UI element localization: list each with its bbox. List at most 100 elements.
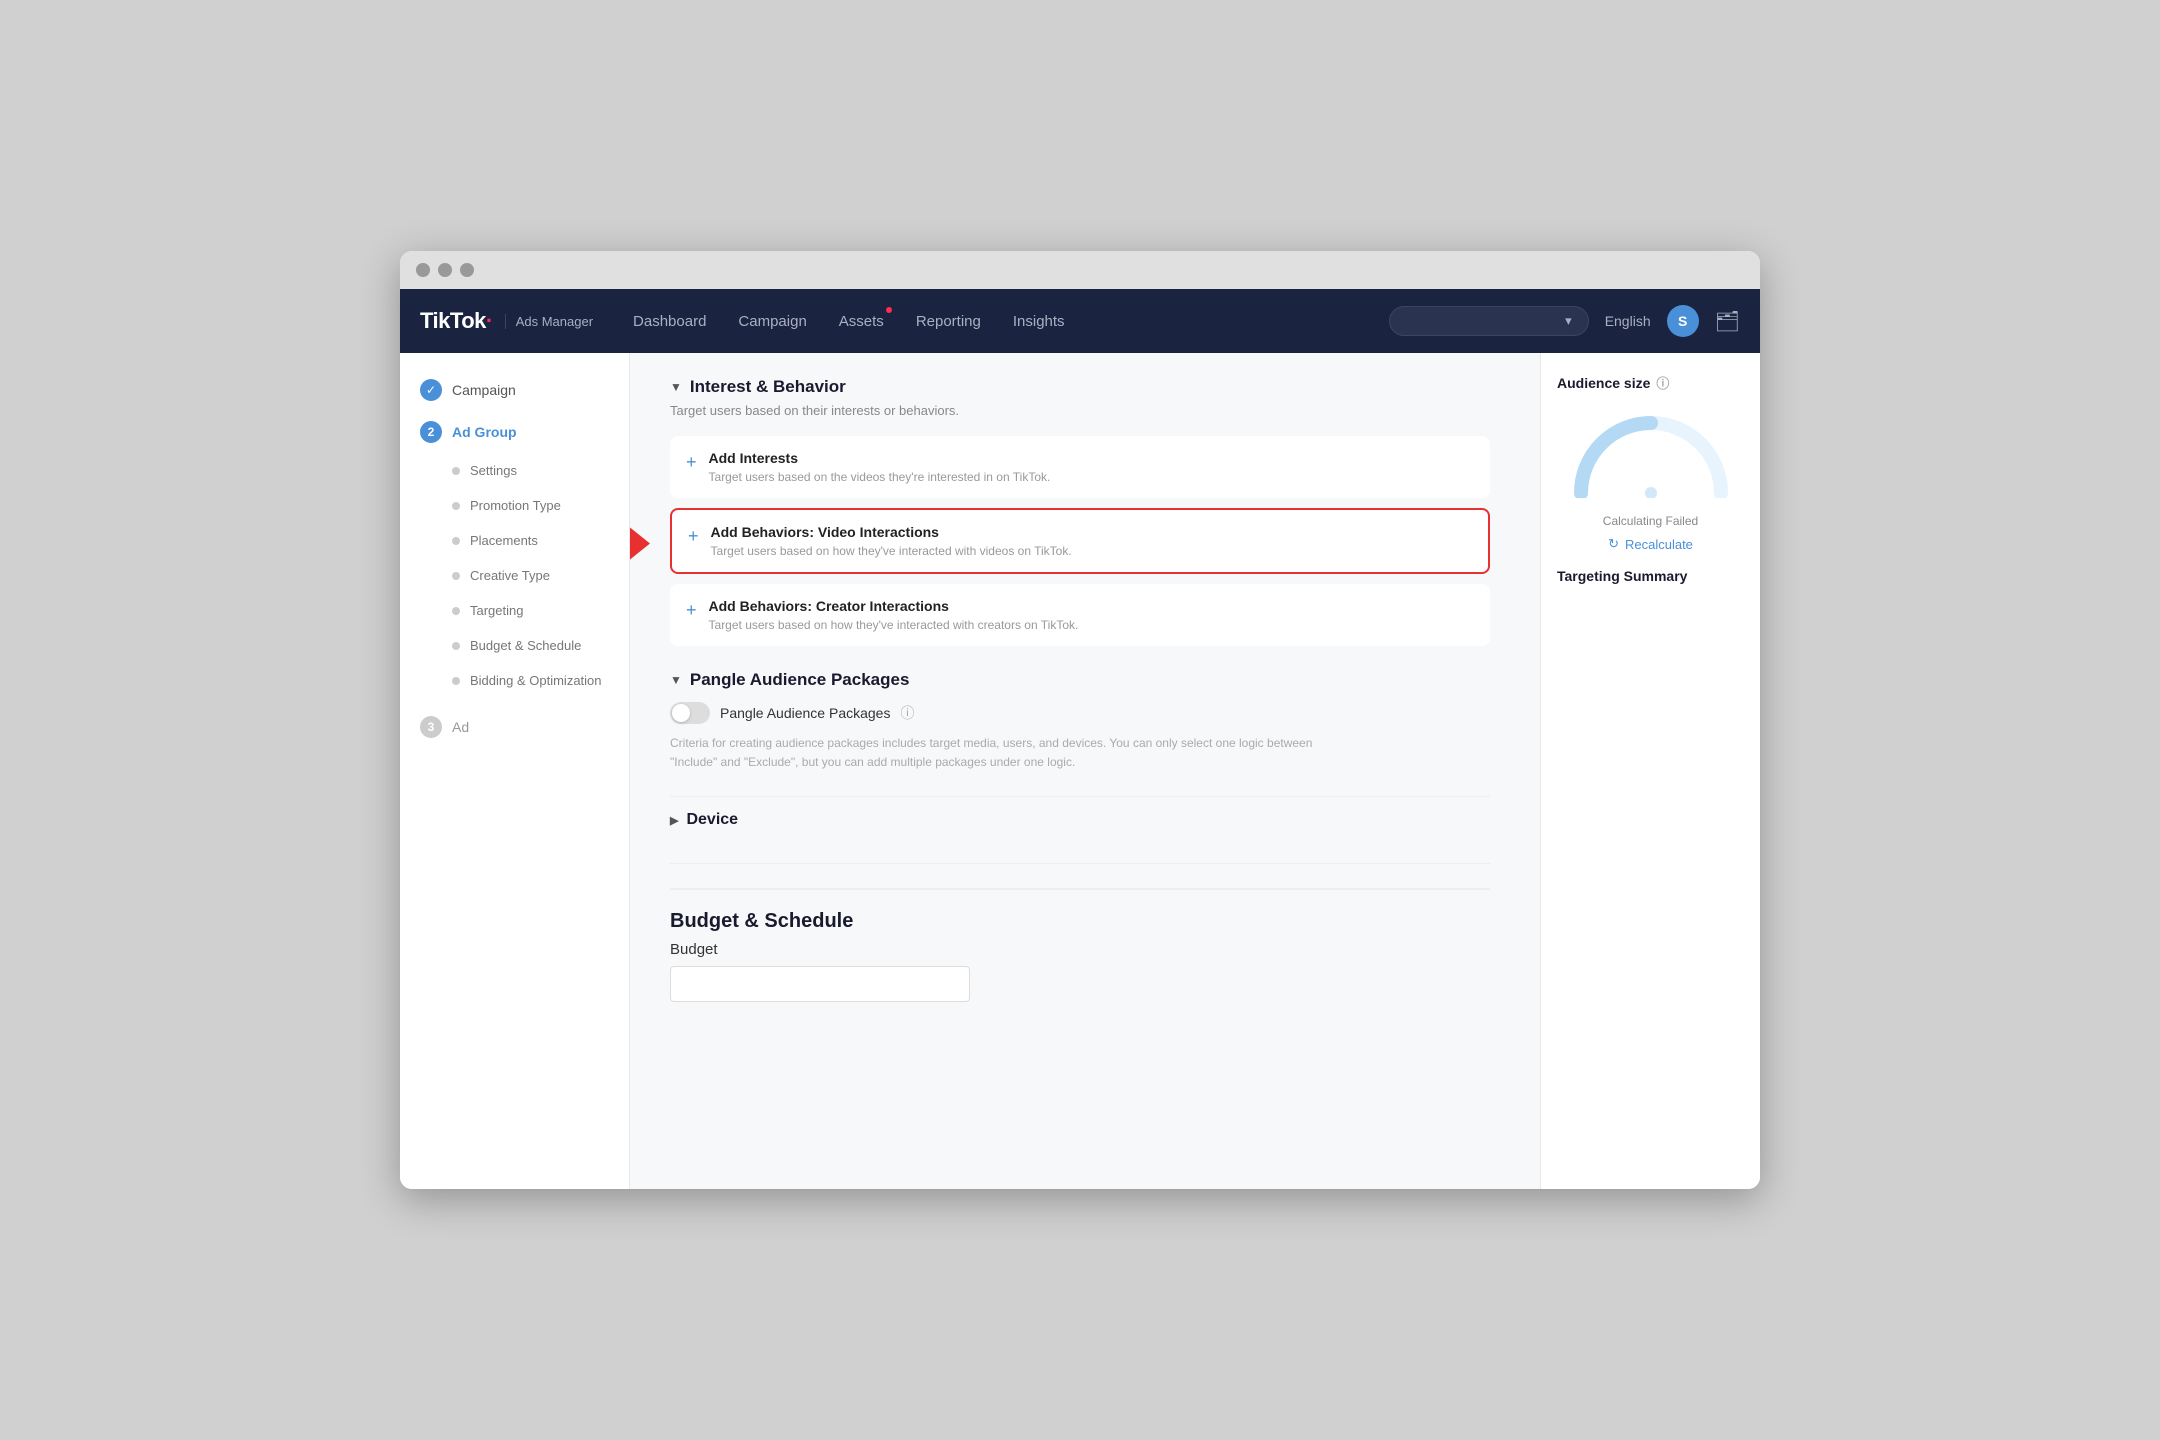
device-chevron-icon: ▶	[670, 814, 678, 827]
sidebar-ad-label: Ad	[452, 719, 469, 735]
sidebar-item-settings[interactable]: Settings	[400, 453, 629, 488]
pangle-toggle[interactable]	[670, 702, 710, 724]
sidebar-item-creative-type[interactable]: Creative Type	[400, 558, 629, 593]
add-interests-title: Add Interests	[709, 450, 1051, 466]
browser-window: TikTok· Ads Manager Dashboard Campaign A…	[400, 251, 1760, 1189]
nav-link-dashboard[interactable]: Dashboard	[633, 293, 706, 350]
sidebar-item-budget-schedule[interactable]: Budget & Schedule	[400, 628, 629, 663]
sidebar-campaign-label: Campaign	[452, 382, 516, 398]
add-interests-desc: Target users based on the videos they're…	[709, 470, 1051, 484]
add-behaviors-video-title: Add Behaviors: Video Interactions	[711, 524, 1072, 540]
targeting-summary-title: Targeting Summary	[1557, 568, 1744, 584]
gauge-container	[1557, 408, 1744, 498]
logo-dot: ·	[486, 308, 493, 333]
content-area: ▼ Interest & Behavior Target users based…	[630, 353, 1540, 1189]
traffic-light-yellow	[438, 263, 452, 277]
nav-link-assets[interactable]: Assets	[839, 293, 884, 350]
sidebar-item-adgroup[interactable]: 2 Ad Group	[400, 411, 629, 453]
audience-size-header: Audience size ⓘ	[1557, 373, 1744, 392]
add-behaviors-video-content: Add Behaviors: Video Interactions Target…	[711, 524, 1072, 558]
red-arrow-indicator	[630, 524, 650, 569]
audience-size-info-icon: ⓘ	[1656, 373, 1669, 392]
sidebar-item-promotion-type[interactable]: Promotion Type	[400, 488, 629, 523]
add-behaviors-creator-plus-icon: +	[686, 600, 697, 621]
add-behaviors-creator-row[interactable]: + Add Behaviors: Creator Interactions Ta…	[670, 584, 1490, 646]
right-panel: Audience size ⓘ Calculating Failed	[1540, 353, 1760, 1189]
campaign-check-badge: ✓	[420, 379, 442, 401]
sidebar-item-ad[interactable]: 3 Ad	[400, 706, 629, 748]
assets-notification-dot	[886, 307, 892, 313]
sidebar-item-placements[interactable]: Placements	[400, 523, 629, 558]
bullet-placements	[452, 537, 460, 545]
bullet-budget-schedule	[452, 642, 460, 650]
interest-behavior-chevron: ▼	[670, 380, 682, 394]
bag-icon[interactable]: 🗂	[1715, 309, 1740, 334]
device-section: ▶ Device	[670, 796, 1490, 843]
logo-tiktok: TikTok·	[420, 308, 493, 334]
logo-subtitle: Ads Manager	[505, 314, 593, 329]
toggle-knob	[672, 704, 690, 722]
nav-search-bar[interactable]: ▾	[1389, 306, 1589, 336]
pangle-section: ▼ Pangle Audience Packages Pangle Audien…	[670, 670, 1490, 772]
traffic-light-red	[416, 263, 430, 277]
bullet-targeting	[452, 607, 460, 615]
nav-right: ▾ English S 🗂	[1389, 305, 1740, 337]
section-divider	[670, 863, 1490, 864]
bullet-settings	[452, 467, 460, 475]
add-behaviors-creator-desc: Target users based on how they've intera…	[709, 618, 1079, 632]
add-behaviors-video-desc: Target users based on how they've intera…	[711, 544, 1072, 558]
nav-link-campaign[interactable]: Campaign	[738, 293, 806, 350]
sidebar: ✓ Campaign 2 Ad Group Settings Promotion…	[400, 353, 630, 1189]
sidebar-item-campaign[interactable]: ✓ Campaign	[400, 369, 629, 411]
bullet-promotion	[452, 502, 460, 510]
sidebar-adgroup-label: Ad Group	[452, 424, 517, 440]
recalculate-label: Recalculate	[1625, 537, 1693, 552]
logo: TikTok· Ads Manager	[420, 308, 593, 334]
audience-size-title-text: Audience size	[1557, 375, 1650, 391]
nav-link-insights[interactable]: Insights	[1013, 293, 1065, 350]
pangle-toggle-row: Pangle Audience Packages ⓘ	[670, 702, 1490, 724]
interest-behavior-title: Interest & Behavior	[690, 377, 846, 397]
pangle-chevron: ▼	[670, 673, 682, 687]
pangle-title: Pangle Audience Packages	[690, 670, 910, 690]
budget-schedule-section: Budget & Schedule Budget	[670, 888, 1490, 1002]
pangle-info-icon: ⓘ	[900, 703, 914, 723]
ad-step-badge: 3	[420, 716, 442, 738]
top-nav: TikTok· Ads Manager Dashboard Campaign A…	[400, 289, 1760, 353]
add-behaviors-video-row[interactable]: + Add Behaviors: Video Interactions Targ…	[670, 508, 1490, 574]
device-header[interactable]: ▶ Device	[670, 811, 1490, 829]
nav-language[interactable]: English	[1605, 313, 1651, 329]
bullet-bidding	[452, 677, 460, 685]
adgroup-step-badge: 2	[420, 421, 442, 443]
budget-label: Budget	[670, 941, 1490, 958]
content-inner: ▼ Interest & Behavior Target users based…	[630, 353, 1530, 1026]
pangle-description: Criteria for creating audience packages …	[670, 734, 1350, 772]
add-behaviors-video-wrapper: + Add Behaviors: Video Interactions Targ…	[670, 508, 1490, 584]
bullet-creative-type	[452, 572, 460, 580]
interest-behavior-section: ▼ Interest & Behavior Target users based…	[670, 377, 1490, 646]
sidebar-item-bidding-optimization[interactable]: Bidding & Optimization	[400, 663, 629, 698]
budget-input[interactable]	[670, 966, 970, 1002]
add-behaviors-creator-title: Add Behaviors: Creator Interactions	[709, 598, 1079, 614]
pangle-toggle-label: Pangle Audience Packages	[720, 705, 890, 721]
browser-titlebar	[400, 251, 1760, 289]
sidebar-item-targeting[interactable]: Targeting	[400, 593, 629, 628]
nav-link-reporting[interactable]: Reporting	[916, 293, 981, 350]
interest-behavior-desc: Target users based on their interests or…	[670, 403, 1490, 418]
nav-links: Dashboard Campaign Assets Reporting Insi…	[633, 293, 1389, 350]
browser-body: TikTok· Ads Manager Dashboard Campaign A…	[400, 289, 1760, 1189]
add-interests-content: Add Interests Target users based on the …	[709, 450, 1051, 484]
traffic-light-green	[460, 263, 474, 277]
nav-avatar[interactable]: S	[1667, 305, 1699, 337]
interest-behavior-header: ▼ Interest & Behavior	[670, 377, 1490, 397]
refresh-icon: ↻	[1608, 536, 1619, 552]
add-interests-plus-icon: +	[686, 452, 697, 473]
audience-gauge-svg	[1571, 408, 1731, 498]
calculating-failed-text: Calculating Failed	[1557, 514, 1744, 528]
budget-title: Budget & Schedule	[670, 910, 1490, 933]
chevron-down-icon: ▾	[1565, 313, 1572, 329]
recalculate-button[interactable]: ↻ Recalculate	[1557, 536, 1744, 552]
device-title: Device	[686, 811, 738, 829]
add-interests-row[interactable]: + Add Interests Target users based on th…	[670, 436, 1490, 498]
add-behaviors-creator-content: Add Behaviors: Creator Interactions Targ…	[709, 598, 1079, 632]
